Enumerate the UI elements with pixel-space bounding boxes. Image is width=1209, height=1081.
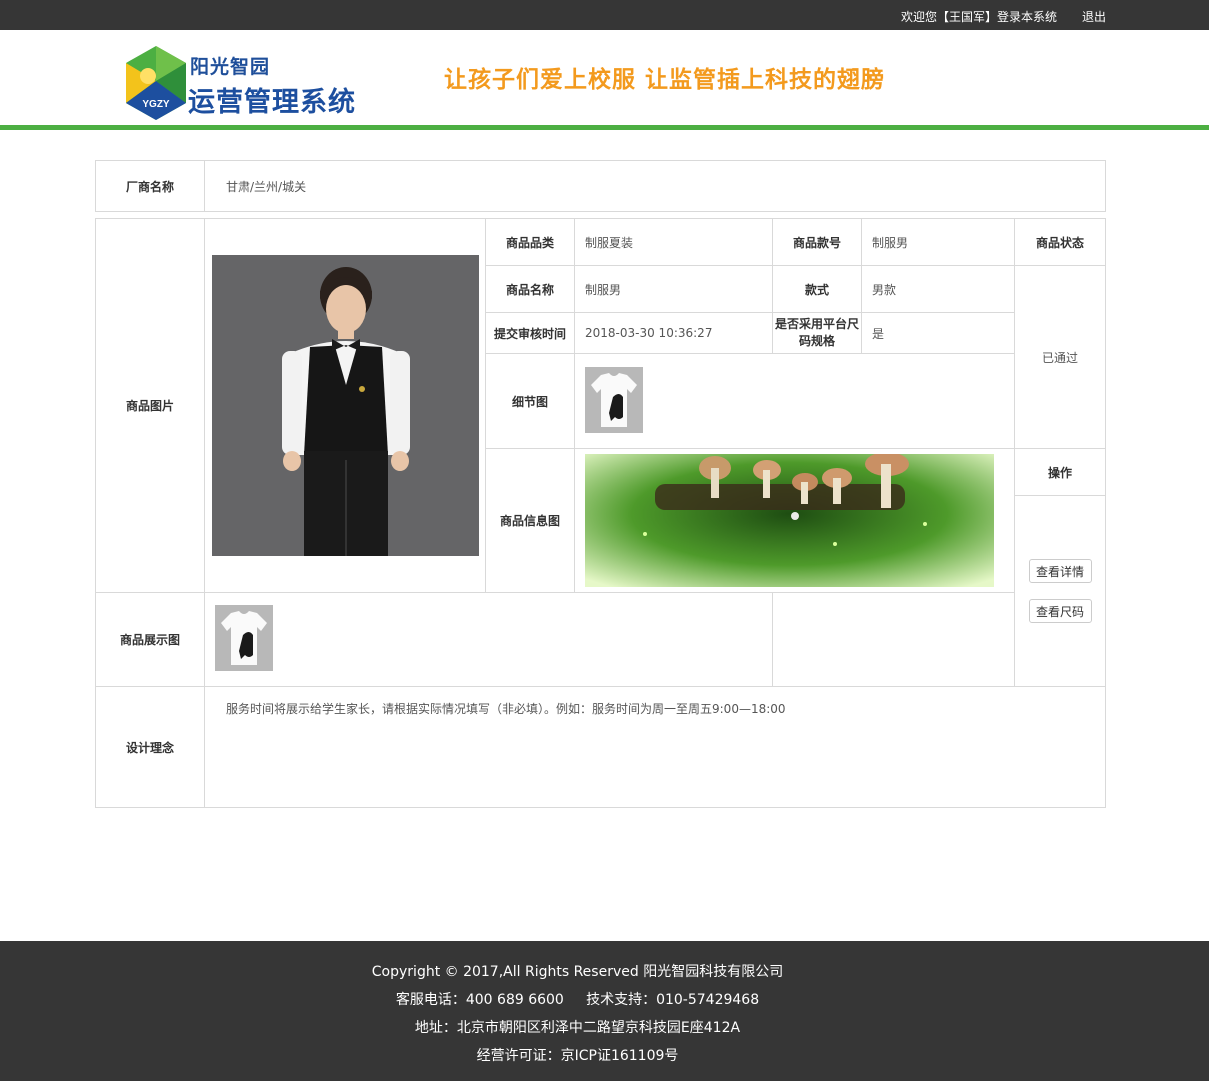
detail-image-cell <box>574 353 1015 449</box>
view-detail-button[interactable]: 查看详情 <box>1028 559 1092 583</box>
status-label: 商品状态 <box>1014 218 1106 266</box>
svg-text:YGZY: YGZY <box>142 99 170 110</box>
view-size-button[interactable]: 查看尺码 <box>1028 599 1092 623</box>
tshirt-icon <box>221 611 267 665</box>
tshirt-icon <box>591 372 637 427</box>
top-bar: 欢迎您【王国军】登录本系统 退出 <box>0 0 1209 30</box>
display-image-cell <box>204 592 773 687</box>
platform-size-label: 是否采用平台尺码规格 <box>772 312 862 354</box>
footer-address: 地址：北京市朝阳区利泽中二路望京科技园E座412A <box>414 1020 741 1036</box>
info-image-label: 商品信息图 <box>485 448 575 593</box>
operation-cell: 查看详情 查看尺码 <box>1014 495 1106 687</box>
footer-contact: 客服电话：400 689 6600 技术支持：010-57429468 <box>395 992 760 1008</box>
operation-label: 操作 <box>1014 448 1106 496</box>
style-no-label: 商品款号 <box>772 218 862 266</box>
product-image-label: 商品图片 <box>95 218 205 593</box>
product-image-cell <box>204 218 486 593</box>
footer: Copyright © 2017,All Rights Reserved 阳光智… <box>0 941 1209 1081</box>
info-banner-image[interactable] <box>585 454 994 587</box>
submit-time-value: 2018-03-30 10:36:27 <box>574 312 773 354</box>
logo[interactable]: YGZY 阳光智园 运营管理系统 <box>126 46 366 121</box>
footer-copyright: Copyright © 2017,All Rights Reserved 阳光智… <box>371 964 784 980</box>
header: YGZY 阳光智园 运营管理系统 让孩子们爱上校服 让监管插上科技的翅膀 <box>0 30 1209 130</box>
logo-title: 阳光智园 <box>190 56 271 78</box>
style-value: 男款 <box>861 265 1015 313</box>
footer-license: 经营许可证：京ICP证161109号 <box>476 1048 679 1064</box>
detail-label: 细节图 <box>485 353 575 449</box>
name-label: 商品名称 <box>485 265 575 313</box>
product-table: 商品图片 商品品类 制服夏装 商品款号 制服男 商品状态 商品名称 制服男 款式… <box>95 218 1106 687</box>
info-image-cell <box>574 448 1015 593</box>
slogan: 让孩子们爱上校服 让监管插上科技的翅膀 <box>444 67 886 93</box>
style-label: 款式 <box>772 265 862 313</box>
name-value: 制服男 <box>574 265 773 313</box>
display-thumbnail[interactable] <box>215 605 273 671</box>
vendor-table: 厂商名称 甘肃/兰州/城关 <box>95 160 1106 212</box>
status-value: 已通过 <box>1014 265 1106 449</box>
design-table: 设计理念 服务时间将展示给学生家长，请根据实际情况填写（非必填）。例如：服务时间… <box>95 686 1106 808</box>
vendor-label: 厂商名称 <box>95 160 205 212</box>
product-photo[interactable] <box>211 255 479 556</box>
logout-link[interactable]: 退出 <box>1082 8 1106 25</box>
vendor-value: 甘肃/兰州/城关 <box>204 160 1106 212</box>
style-no-value: 制服男 <box>861 218 1015 266</box>
platform-size-value: 是 <box>861 312 1015 354</box>
logo-subtitle: 运营管理系统 <box>188 87 356 118</box>
detail-thumbnail[interactable] <box>585 366 643 433</box>
design-label: 设计理念 <box>95 686 205 808</box>
category-label: 商品品类 <box>485 218 575 266</box>
submit-time-label: 提交审核时间 <box>485 312 575 354</box>
design-value: 服务时间将展示给学生家长，请根据实际情况填写（非必填）。例如：服务时间为周一至周… <box>204 686 1106 808</box>
welcome-text: 欢迎您【王国军】登录本系统 <box>900 10 1057 24</box>
logo-hexagon-icon: YGZY <box>126 46 186 120</box>
display-image-label: 商品展示图 <box>95 592 205 687</box>
category-value: 制服夏装 <box>574 218 773 266</box>
